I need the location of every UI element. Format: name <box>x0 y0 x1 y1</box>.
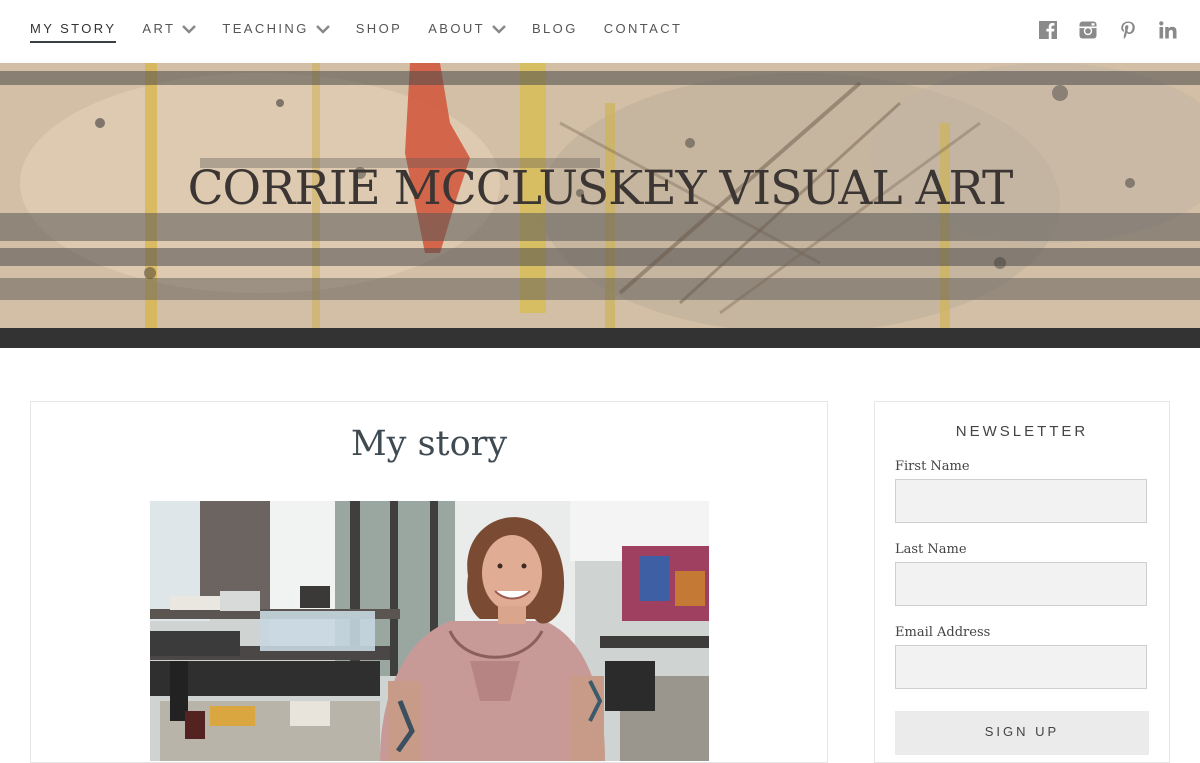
social-links <box>1018 20 1178 40</box>
chevron-down-icon <box>492 24 506 34</box>
nav-item-about[interactable]: ABOUT <box>428 21 506 36</box>
pinterest-icon[interactable] <box>1118 20 1138 40</box>
sign-up-button[interactable]: SIGN UP <box>895 711 1149 755</box>
nav-item-art[interactable]: ART <box>142 21 197 36</box>
email-address-label: Email Address <box>895 625 991 640</box>
first-name-field[interactable] <box>895 479 1147 523</box>
nav-item-label: CONTACT <box>603 21 683 36</box>
newsletter-widget: NEWSLETTER First Name Last Name Email Ad… <box>874 401 1170 763</box>
last-name-label: Last Name <box>895 542 967 557</box>
newsletter-title: NEWSLETTER <box>955 423 1089 440</box>
artist-studio-photo <box>150 501 709 761</box>
nav-menu: MY STORY ART TEACHING SHOP ABOUT BLOG CO… <box>30 21 708 43</box>
nav-item-teaching[interactable]: TEACHING <box>222 21 330 36</box>
nav-item-shop[interactable]: SHOP <box>356 21 402 36</box>
nav-item-label: BLOG <box>531 21 578 36</box>
instagram-icon[interactable] <box>1078 20 1098 40</box>
nav-item-label: TEACHING <box>222 21 309 36</box>
nav-item-my-story[interactable]: MY STORY <box>30 21 117 43</box>
nav-item-label: SHOP <box>355 21 403 36</box>
nav-item-label: MY STORY <box>30 21 117 36</box>
nav-item-contact[interactable]: CONTACT <box>604 21 683 36</box>
nav-item-blog[interactable]: BLOG <box>532 21 578 36</box>
nav-item-label: ABOUT <box>428 21 485 36</box>
header-divider-bar <box>0 328 1200 348</box>
site-title[interactable]: CORRIE MCCLUSKEY VISUAL ART <box>0 161 1200 216</box>
linkedin-icon[interactable] <box>1158 20 1178 40</box>
main-content-card: My story <box>30 401 828 763</box>
chevron-down-icon <box>182 24 197 34</box>
header-banner: CORRIE MCCLUSKEY VISUAL ART <box>0 63 1200 328</box>
first-name-label: First Name <box>895 459 970 474</box>
chevron-down-icon <box>315 24 330 34</box>
page-title: My story <box>350 424 508 464</box>
top-navigation: MY STORY ART TEACHING SHOP ABOUT BLOG CO… <box>0 0 1200 63</box>
facebook-icon[interactable] <box>1038 20 1058 40</box>
nav-item-label: ART <box>142 21 176 36</box>
email-address-field[interactable] <box>895 645 1147 689</box>
last-name-field[interactable] <box>895 562 1147 606</box>
